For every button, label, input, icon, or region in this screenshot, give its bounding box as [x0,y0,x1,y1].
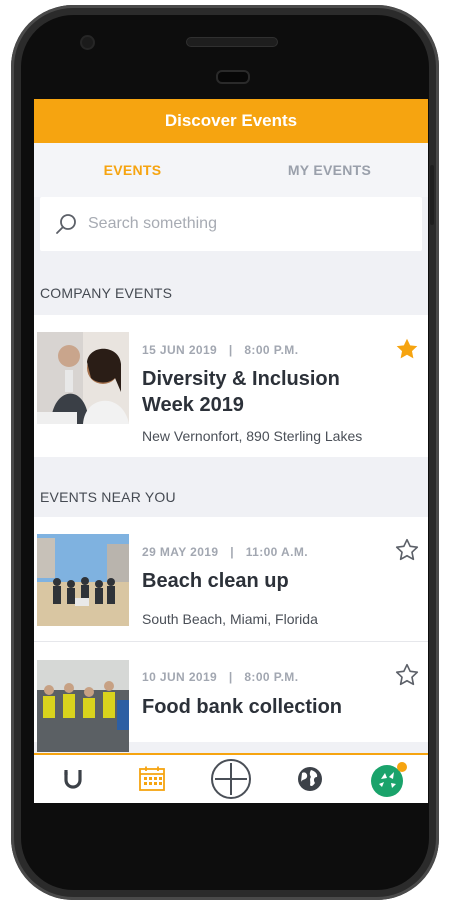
search-input[interactable]: Search something [40,197,422,251]
phone-sensor [216,70,250,84]
datetime-separator: | [228,670,233,684]
calendar-icon [139,766,166,791]
event-title-line-1: Diversity & Inclusion [142,368,340,390]
event-datetime: 10 JUN 2019 | 8:00 P.M. [142,670,298,684]
notification-dot [396,762,407,772]
event-card-diversity[interactable]: 15 JUN 2019 | 8:00 P.M. Diversity & Incl… [34,315,428,457]
event-datetime: 15 JUN 2019 | 8:00 P.M. [142,343,298,357]
phone-speaker [186,37,278,47]
search-icon [56,214,76,234]
datetime-separator: | [228,343,233,357]
event-time: 11:00 A.M. [245,545,308,559]
event-time: 8:00 P.M. [244,670,299,684]
front-camera [82,37,93,48]
magnet-icon [64,770,82,789]
event-thumbnail-food-bank [37,660,129,752]
nav-explore[interactable] [270,755,349,803]
globe-icon [297,767,322,791]
bottom-nav [34,753,428,803]
event-title-line-2: Week 2019 [142,394,244,416]
star-filled-icon[interactable] [394,336,420,362]
page-title: Discover Events [164,111,298,130]
event-thumbnail-diversity [37,332,129,424]
tab-my-events[interactable]: MY EVENTS [231,143,428,197]
nav-magnet[interactable] [34,755,113,803]
event-date: 29 MAY 2019 [142,545,219,559]
event-thumbnail-beach [37,534,129,626]
event-date: 10 JUN 2019 [142,670,218,684]
add-circle-icon [210,759,251,799]
section-label-events-near-you: EVENTS NEAR YOU [40,489,176,505]
nav-add-event[interactable] [192,755,271,803]
app-screen: Discover Events EVENTS MY EVENTS Search … [34,99,428,803]
tab-events[interactable]: EVENTS [34,143,231,197]
event-title: Diversity & Inclusion Week 2019 [142,366,340,418]
search-placeholder: Search something [88,215,217,232]
tab-bar: EVENTS MY EVENTS [34,143,428,197]
datetime-separator: | [230,545,234,559]
phone-side-button [430,165,434,225]
event-card-beach-clean-up[interactable]: 29 MAY 2019 | 11:00 A.M. Beach clean up … [34,517,428,641]
event-title: Beach clean up [142,570,289,592]
section-label-company-events: COMPANY EVENTS [40,285,173,301]
event-datetime: 29 MAY 2019 | 11:00 A.M. [142,545,308,559]
event-title: Food bank collection [142,696,343,718]
star-outline-icon[interactable] [394,537,420,563]
profile-logo-icon [370,762,407,797]
star-outline-icon[interactable] [394,662,420,688]
event-location: South Beach, Miami, Florida [142,611,318,627]
app-header: Discover Events [34,99,428,143]
event-time: 8:00 P.M. [244,343,299,357]
event-date: 15 JUN 2019 [142,343,218,357]
event-card-food-bank[interactable]: 10 JUN 2019 | 8:00 P.M. Food bank collec… [34,642,428,752]
nav-profile[interactable] [349,755,428,803]
nav-calendar[interactable] [113,755,192,803]
event-location: New Vernonfort, 890 Sterling Lakes [142,428,363,444]
